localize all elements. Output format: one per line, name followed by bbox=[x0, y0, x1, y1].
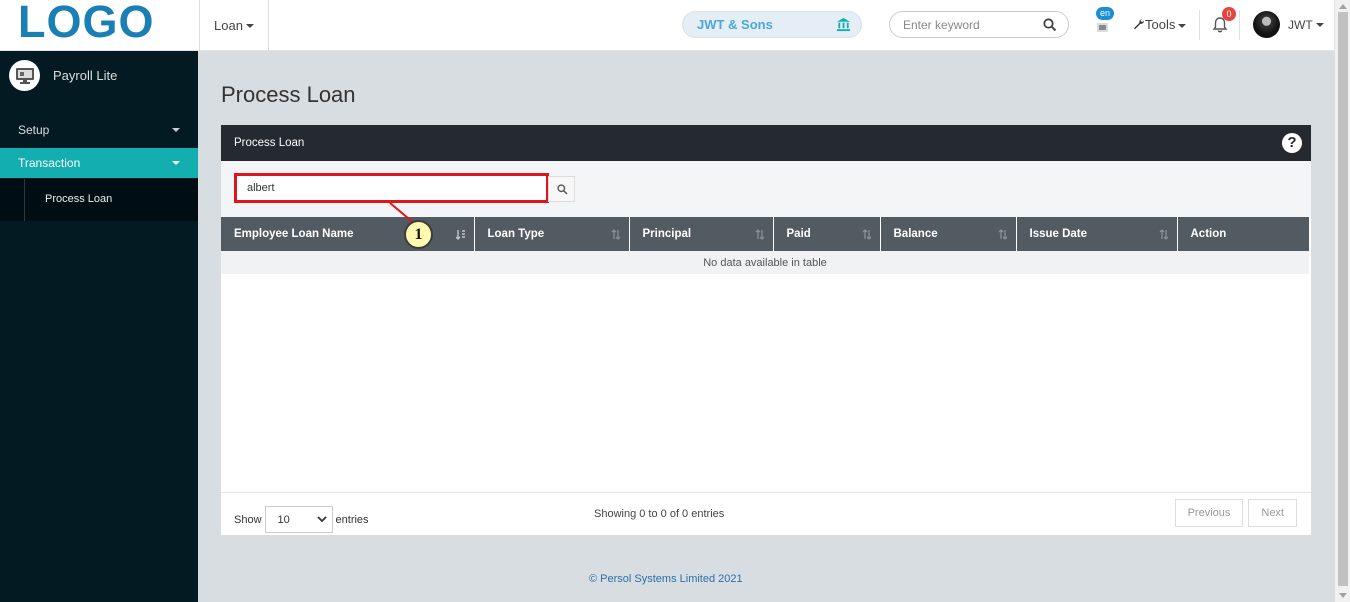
table-footer: Show 10 entries Showing 0 to 0 of 0 entr… bbox=[221, 492, 1311, 535]
wrench-icon bbox=[1134, 18, 1145, 30]
column-header-label: Employee Loan Name bbox=[234, 228, 354, 240]
loan-menu-label: Loan bbox=[214, 18, 243, 33]
previous-page-button[interactable]: Previous bbox=[1174, 499, 1244, 527]
process-loan-panel: Process Loan ? Employee Loan Name Loan T… bbox=[221, 125, 1311, 535]
table-search-button[interactable] bbox=[548, 176, 575, 202]
column-header-loan-type[interactable]: Loan Type bbox=[474, 217, 630, 251]
caret-down-icon bbox=[172, 161, 180, 165]
step-callout-badge: 1 bbox=[404, 220, 433, 249]
page-scrollbar[interactable] bbox=[1334, 0, 1350, 602]
search-icon bbox=[557, 184, 568, 195]
sidebar-item-label: Transaction bbox=[18, 156, 81, 170]
page-length-value: 10 bbox=[277, 513, 290, 526]
sidebar-item-setup[interactable]: Setup bbox=[0, 115, 198, 145]
global-search-input[interactable] bbox=[903, 17, 1033, 32]
tools-label: Tools bbox=[1145, 17, 1176, 32]
panel-header: Process Loan ? bbox=[221, 125, 1311, 161]
help-icon[interactable]: ? bbox=[1282, 133, 1302, 153]
column-header-label: Loan Type bbox=[487, 228, 545, 240]
pagination: Previous Next bbox=[1170, 499, 1297, 527]
sort-icon bbox=[862, 229, 871, 240]
divider bbox=[1199, 10, 1200, 40]
column-header-label: Issue Date bbox=[1029, 228, 1088, 240]
sort-icon bbox=[611, 229, 620, 240]
user-menu[interactable]: JWT bbox=[1253, 11, 1324, 38]
logo[interactable]: LOGO bbox=[18, 0, 182, 44]
panel-title: Process Loan bbox=[234, 137, 305, 149]
monitor-icon bbox=[9, 60, 40, 91]
flag-icon bbox=[1097, 23, 1108, 32]
page-length-select[interactable]: 10 bbox=[264, 506, 333, 533]
loan-menu-button[interactable]: Loan bbox=[199, 0, 269, 51]
search-icon[interactable] bbox=[1043, 18, 1057, 32]
page-title: Process Loan bbox=[221, 82, 356, 107]
notification-badge: 0 bbox=[1222, 7, 1236, 21]
column-header-balance[interactable]: Balance bbox=[880, 217, 1017, 251]
table-info: Showing 0 to 0 of 0 entries bbox=[594, 508, 725, 520]
sidebar-item-label: Setup bbox=[18, 123, 50, 137]
column-header-label: Action bbox=[1190, 228, 1227, 240]
sidebar-subitem-process-loan[interactable]: Process Loan bbox=[0, 179, 198, 221]
sidebar-subitem-label: Process Loan bbox=[45, 193, 113, 205]
tree-line bbox=[24, 179, 25, 221]
column-header-label: Principal bbox=[642, 228, 692, 240]
top-navbar: LOGO Loan JWT & Sons en Tools bbox=[0, 0, 1334, 51]
global-search bbox=[889, 11, 1069, 38]
sidebar-item-transaction[interactable]: Transaction bbox=[0, 148, 198, 178]
app-name: Payroll Lite bbox=[53, 68, 118, 83]
column-header-label: Balance bbox=[893, 228, 938, 240]
user-name: JWT bbox=[1288, 17, 1313, 32]
sidebar: Payroll Lite Setup Transaction Process L… bbox=[0, 51, 198, 602]
sort-icon bbox=[755, 229, 764, 240]
table-search-input[interactable] bbox=[234, 173, 549, 203]
sort-icon bbox=[455, 230, 465, 240]
empty-table-message: No data available in table bbox=[221, 251, 1309, 274]
table-row: No data available in table bbox=[221, 251, 1309, 274]
chevron-down-icon bbox=[316, 516, 327, 523]
divider bbox=[1239, 10, 1240, 40]
scroll-thumb[interactable] bbox=[1338, 12, 1348, 586]
tools-menu-button[interactable]: Tools bbox=[1133, 17, 1187, 32]
column-header-action: Action bbox=[1177, 217, 1309, 251]
column-header-employee-loan-name[interactable]: Employee Loan Name bbox=[221, 217, 475, 251]
column-header-issue-date[interactable]: Issue Date bbox=[1016, 217, 1178, 251]
column-header-label: Paid bbox=[786, 228, 811, 240]
bank-icon bbox=[836, 17, 851, 32]
caret-down-icon bbox=[1178, 23, 1187, 28]
company-name: JWT & Sons bbox=[697, 17, 773, 32]
entries-label: entries bbox=[335, 513, 369, 526]
column-header-paid[interactable]: Paid bbox=[773, 217, 881, 251]
scroll-up-icon[interactable] bbox=[1339, 4, 1347, 9]
next-page-button[interactable]: Next bbox=[1248, 499, 1297, 527]
app-brand[interactable]: Payroll Lite bbox=[9, 60, 117, 91]
scroll-down-icon[interactable] bbox=[1339, 593, 1347, 598]
avatar bbox=[1253, 11, 1280, 38]
footer-copyright[interactable]: © Persol Systems Limited 2021 bbox=[589, 573, 743, 585]
language-switcher[interactable]: en bbox=[1091, 7, 1115, 40]
sort-icon bbox=[998, 229, 1007, 240]
language-badge: en bbox=[1096, 7, 1115, 20]
caret-down-icon bbox=[245, 23, 254, 28]
column-header-principal[interactable]: Principal bbox=[629, 217, 774, 251]
company-selector[interactable]: JWT & Sons bbox=[682, 11, 862, 38]
sort-icon bbox=[1159, 229, 1168, 240]
page-length-control: Show 10 entries bbox=[234, 506, 369, 533]
show-label: Show bbox=[234, 513, 262, 526]
caret-down-icon bbox=[172, 128, 180, 132]
caret-down-icon bbox=[1315, 22, 1324, 27]
